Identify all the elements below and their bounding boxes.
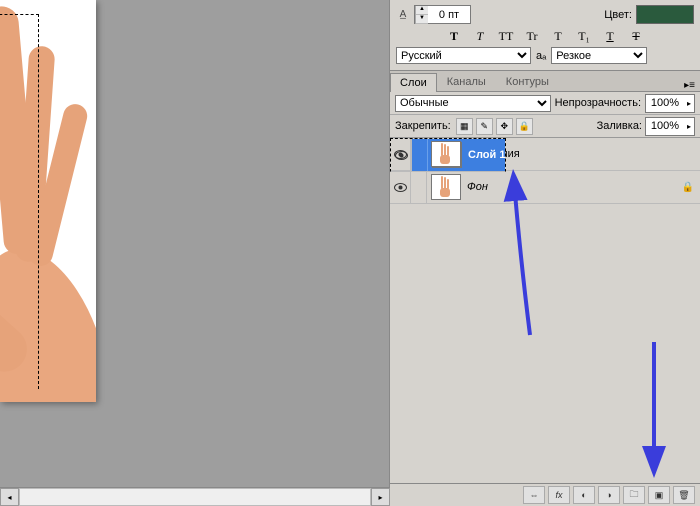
opacity-label: Непрозрачность:	[555, 97, 641, 109]
panel-tabs: Слои Каналы Контуры ▸≡	[390, 71, 700, 92]
tab-layers[interactable]: Слои	[390, 73, 437, 92]
layer-mask-icon[interactable]: ◐	[573, 486, 595, 504]
visibility-toggle[interactable]	[390, 171, 411, 203]
layer-name[interactable]: Слой 1	[466, 149, 505, 161]
language-select[interactable]: Русский	[396, 47, 531, 64]
layer-row[interactable]: Фон 🔒	[390, 171, 700, 204]
character-panel: A̲ ▲▼ Цвет: T T TT Tr T T₁ T Ŧ	[390, 0, 700, 71]
scroll-left-button[interactable]: ◂	[0, 488, 19, 506]
layer-panel-footer: ⇔ fx ◐ ◑ 🗀 ▣ 🗑	[390, 483, 700, 506]
type-style-toolbar: T T TT Tr T T₁ T Ŧ	[396, 28, 694, 44]
type-strikethrough[interactable]: Ŧ	[626, 28, 646, 44]
type-underline[interactable]: T	[600, 28, 620, 44]
visibility-toggle[interactable]	[391, 139, 412, 171]
link-layers-icon[interactable]: ⇔	[523, 486, 545, 504]
spin-down[interactable]: ▼	[416, 15, 428, 24]
fill-field[interactable]: ▸	[645, 117, 695, 136]
opacity-input[interactable]	[646, 95, 684, 112]
marching-ants-selection	[0, 14, 39, 389]
document-window[interactable]	[0, 0, 96, 402]
antialias-select[interactable]: Резкое	[551, 47, 647, 64]
spin-up[interactable]: ▲	[416, 6, 428, 15]
scroll-right-button[interactable]: ▸	[371, 488, 390, 506]
app-root: ◂ ▸ A̲ ▲▼ Цвет: T T TT Tr T	[0, 0, 700, 506]
tab-channels[interactable]: Каналы	[437, 72, 496, 91]
type-subscript[interactable]: T₁	[574, 28, 594, 44]
lock-row: Закрепить: ▦ ✎ ✥ 🔒 Заливка: ▸	[390, 115, 700, 138]
leading-input[interactable]	[428, 6, 470, 23]
leading-icon: A̲	[396, 8, 410, 22]
type-italic[interactable]: T	[470, 28, 490, 44]
layers-panel: Слои Каналы Контуры ▸≡ Обычные Непрозрач…	[390, 71, 700, 506]
new-group-icon[interactable]: 🗀	[623, 486, 645, 504]
delete-layer-icon[interactable]: 🗑	[673, 486, 695, 504]
fill-input[interactable]	[646, 118, 684, 135]
new-layer-icon[interactable]: ▣	[648, 486, 670, 504]
lock-pixels-icon[interactable]: ✎	[476, 118, 493, 135]
color-label: Цвет:	[604, 9, 632, 21]
fx-icon[interactable]: fx	[548, 486, 570, 504]
type-smallcaps[interactable]: Tr	[522, 28, 542, 44]
panel-menu-icon[interactable]: ▸≡	[679, 80, 700, 91]
layer-name[interactable]: Фон	[465, 181, 676, 193]
type-allcaps[interactable]: TT	[496, 28, 516, 44]
lock-all-icon[interactable]: 🔒	[516, 118, 533, 135]
canvas-area[interactable]: ◂ ▸	[0, 0, 389, 506]
lock-label: Закрепить:	[395, 120, 451, 132]
adjustment-layer-icon[interactable]: ◑	[598, 486, 620, 504]
lock-position-icon[interactable]: ✥	[496, 118, 513, 135]
antialias-label: aₐ	[536, 50, 546, 62]
layer-row[interactable]: Фон копия	[390, 138, 700, 171]
layer-thumbnail[interactable]	[431, 174, 461, 200]
layer-list: Слой 1 Фон копия	[390, 138, 700, 483]
scroll-track[interactable]	[19, 488, 371, 506]
tab-paths[interactable]: Контуры	[496, 72, 559, 91]
blend-mode-select[interactable]: Обычные	[395, 95, 551, 112]
leading-field[interactable]: ▲▼	[414, 5, 471, 24]
fill-label: Заливка:	[597, 120, 642, 132]
opacity-field[interactable]: ▸	[645, 94, 695, 113]
layer-options-row: Обычные Непрозрачность: ▸	[390, 92, 700, 115]
type-superscript[interactable]: T	[548, 28, 568, 44]
right-panels: A̲ ▲▼ Цвет: T T TT Tr T T₁ T Ŧ	[389, 0, 700, 506]
layer-thumbnail[interactable]	[431, 141, 461, 167]
text-color-swatch[interactable]	[636, 5, 694, 24]
type-bold[interactable]: T	[444, 28, 464, 44]
horizontal-scrollbar[interactable]: ◂ ▸	[0, 487, 390, 506]
lock-icon: 🔒	[676, 182, 700, 193]
lock-transparency-icon[interactable]: ▦	[456, 118, 473, 135]
